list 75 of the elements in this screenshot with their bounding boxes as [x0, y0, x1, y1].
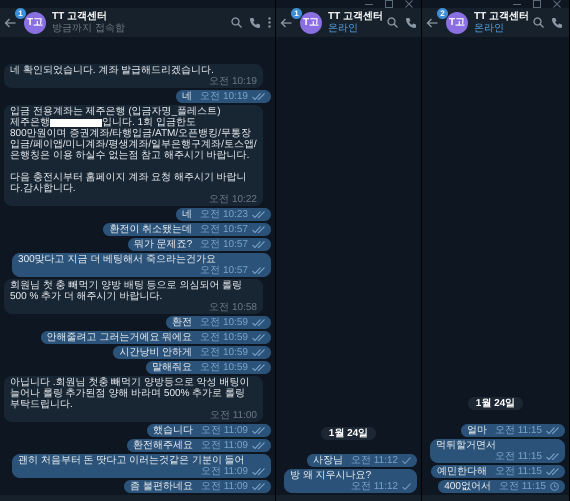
message-text: 환전: [172, 317, 192, 328]
close-button[interactable]: [405, 0, 413, 8]
message-text: 제주은행: [10, 117, 50, 128]
date-label: 1월 24일: [320, 427, 376, 440]
phone-button[interactable]: [250, 18, 260, 28]
message-time: 오전 10:19: [200, 91, 248, 102]
message-text: 입금 전용계좌는 제주은행 (입금자명_플레스트): [10, 106, 222, 117]
avatar: T고: [24, 12, 46, 34]
message-time: 오전 10:57: [200, 224, 248, 235]
message-text: 안해줄려고 그러는거에요 뭐에요: [46, 332, 192, 343]
message-time: 오전 10:19: [209, 76, 257, 87]
maximize-button[interactable]: [385, 0, 393, 8]
message-text: 400없어서: [444, 481, 491, 492]
message-time: 오전 10:59: [200, 362, 248, 373]
search-button[interactable]: [231, 17, 242, 28]
message-text: 아닙니다 .회원님 첫충 빼먹기 양방등으로 악성 배팅이 늘어나 롤링 추가된점 양해 바라며 500% 추가로 롤링 부탁드립니다.: [10, 377, 250, 410]
message-time: 오전 10:59: [200, 317, 248, 328]
message-time: 오전 11:15: [494, 451, 542, 462]
chat-status: 온라인: [328, 22, 359, 34]
message-text: 뭐가 문제죠?: [134, 239, 192, 250]
message-time: 오전 11:15: [494, 425, 542, 436]
message-text: 환전해주세요: [132, 440, 193, 451]
message-time: 오전 10:22: [209, 194, 257, 205]
message-text: 800만원이며 증권계좌/타행입금/ATM/오픈뱅킹/무통장입금/페이앱/미니계좌/평생계좌/일부은행구계좌/토스앱/은행칭은 이용 하실수 없는점 참고 해주시기 바랍니다. 다음 충전시부터 홈페이지 계좌 요청 해주시기 바랍니다.감사합니다.: [10, 128, 257, 194]
message-text: 네: [182, 209, 192, 220]
message-text: 얼마: [466, 425, 487, 436]
message-time: 오전 10:57: [200, 239, 248, 250]
back-button[interactable]: [426, 18, 438, 28]
message-time: 오전 11:09: [200, 481, 248, 492]
message-text: 네 확인되었습니다. 계좌 발급해드리겠습니다.: [10, 65, 214, 76]
message-text: 예민한다해: [436, 466, 487, 477]
message-time: 오전 11:09: [200, 466, 248, 477]
message-time: 오전 11:15: [494, 466, 542, 477]
back-button[interactable]: [280, 18, 292, 28]
date-label: 1월 24일: [468, 397, 524, 410]
phone-button[interactable]: [406, 18, 416, 28]
message-time: 오전 11:12: [350, 455, 398, 466]
message-time: 오전 10:58: [209, 302, 257, 313]
redaction-bar: [50, 118, 102, 126]
close-button[interactable]: [553, 0, 561, 8]
message-text: 방 왜 지우시나요?: [290, 470, 372, 481]
search-button[interactable]: [533, 17, 544, 28]
maximize-button[interactable]: [533, 0, 541, 8]
message-time: 오전 11:00: [210, 410, 257, 421]
chat-status: 온라인: [474, 22, 505, 34]
message-text: 좀 불편하네요: [130, 481, 193, 492]
message-time: 오전 11:15: [498, 481, 546, 492]
message-text: 괜히 처음부터 돈 땃다고 이러는것같은 기분이 들어: [18, 455, 245, 466]
search-button[interactable]: [387, 17, 398, 28]
message-text: 시간낭비 안하게: [119, 347, 192, 358]
more-button[interactable]: [268, 17, 271, 28]
message-text: 환전이 취소됐는데: [109, 224, 192, 235]
message-text: 말해줘요: [152, 362, 192, 373]
message-time: 오전 10:59: [200, 332, 248, 343]
phone-button[interactable]: [552, 18, 562, 28]
message-time: 오전 10:23: [200, 209, 248, 220]
message-time: 오전 10:59: [200, 347, 248, 358]
message-time: 오전 11:12: [350, 481, 398, 492]
avatar: T고: [300, 12, 322, 34]
chat-title: TT 고객센터: [328, 10, 383, 22]
message-text: 먹튀할거면서: [436, 440, 496, 451]
message-text: 했습니다: [152, 425, 193, 436]
chat-status: 방금까지 접속함: [52, 22, 125, 34]
message-text: 사장님: [312, 455, 343, 466]
back-button[interactable]: [4, 18, 16, 28]
avatar: T고: [446, 12, 468, 34]
message-time: 오전 11:09: [200, 440, 248, 451]
message-time: 오전 10:57: [200, 265, 248, 276]
message-text: 네: [182, 91, 192, 102]
chat-title: TT 고객센터: [474, 10, 529, 22]
message-text: 회원님 첫 충 빼먹기 양방 배팅 등으로 의심되어 롤링 500 % 추가 더 해주시기 바랍니다.: [10, 280, 244, 302]
message-text: 300맞다고 지금 더 베팅해서 죽으라는건가요: [18, 254, 216, 265]
chat-title: TT 고객센터: [52, 10, 108, 22]
message-time: 오전 11:09: [200, 425, 248, 436]
message-text: 입니다. 1회 입금한도: [102, 117, 196, 128]
